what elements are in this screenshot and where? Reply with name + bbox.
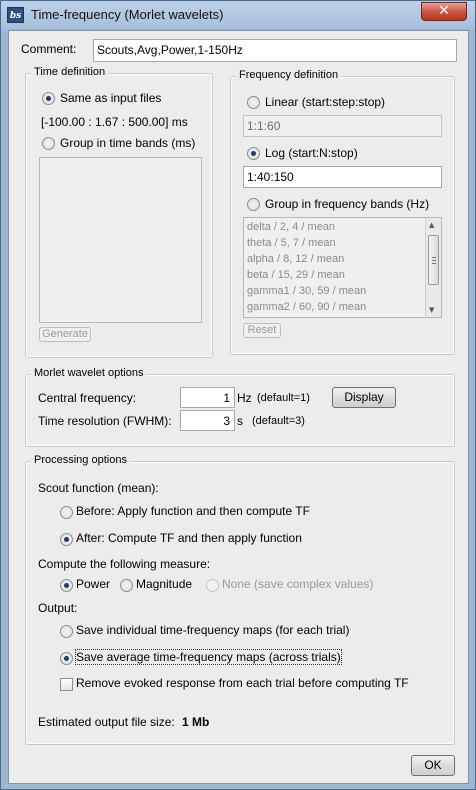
morlet-options-title: Morlet wavelet options [31,367,147,379]
time-resolution-unit: s [237,414,243,428]
magnitude-label[interactable]: Magnitude [136,577,192,591]
processing-options-group: Processing options Scout function (mean)… [25,454,455,745]
after-label[interactable]: After: Compute TF and then apply functio… [76,531,302,545]
list-item[interactable]: gamma1 / 30, 59 / mean [247,285,366,297]
ok-button[interactable]: OK [411,755,455,776]
scroll-thumb[interactable] [428,235,439,285]
processing-options-title: Processing options [31,454,130,466]
list-item[interactable]: alpha / 8, 12 / mean [247,253,344,265]
log-label[interactable]: Log (start:N:stop) [265,146,358,160]
log-radio[interactable] [247,147,260,160]
save-average-label[interactable]: Save average time-frequency maps (across… [75,649,342,665]
power-label[interactable]: Power [76,577,110,591]
same-as-input-radio[interactable] [42,92,55,105]
title-bar[interactable]: bs Time-frequency (Morlet wavelets) ✕ [1,1,475,29]
same-as-input-label[interactable]: Same as input files [60,91,161,105]
time-definition-title: Time definition [31,66,109,78]
comment-input[interactable]: Scouts,Avg,Power,1-150Hz [93,39,457,62]
group-time-bands-label[interactable]: Group in time bands (ms) [60,136,195,150]
save-average-radio[interactable] [60,652,73,665]
group-freq-bands-radio[interactable] [247,198,260,211]
display-button[interactable]: Display [332,387,396,408]
before-label[interactable]: Before: Apply function and then compute … [76,504,310,518]
scroll-down-arrow-icon[interactable]: ▼ [429,306,434,314]
none-label[interactable]: None (save complex values) [222,577,373,591]
power-radio[interactable] [60,579,73,592]
before-radio[interactable] [60,506,73,519]
morlet-options-group: Morlet wavelet options Central frequency… [25,367,455,447]
central-frequency-unit: Hz [237,391,252,405]
linear-label[interactable]: Linear (start:step:stop) [265,95,385,109]
list-item[interactable]: beta / 15, 29 / mean [247,269,345,281]
time-definition-group: Time definition Same as input files [-10… [25,66,213,358]
time-resolution-label: Time resolution (FWHM): [38,414,172,428]
reset-button[interactable]: Reset [243,323,281,338]
remove-evoked-checkbox[interactable] [60,678,73,691]
time-resolution-default: (default=3) [252,415,305,427]
comment-label: Comment: [21,42,77,56]
time-range-text: [-100.00 : 1.67 : 500.00] ms [41,115,188,129]
magnitude-radio[interactable] [120,579,133,592]
grip-line [432,260,436,261]
group-freq-bands-label[interactable]: Group in frequency bands (Hz) [265,197,429,211]
bands-scrollbar[interactable]: ▲ ▼ [425,218,441,317]
output-label: Output: [38,601,78,615]
close-button[interactable]: ✕ [421,2,467,21]
scout-function-label: Scout function (mean): [38,481,159,495]
generate-button[interactable]: Generate [39,327,91,342]
linear-radio[interactable] [247,96,260,109]
frequency-bands-list[interactable]: delta / 2, 4 / mean theta / 5, 7 / mean … [243,217,442,318]
none-radio[interactable] [206,579,219,592]
brainstorm-app-icon: bs [7,7,24,23]
time-resolution-input[interactable]: 3 [180,410,235,431]
save-individual-label[interactable]: Save individual time-frequency maps (for… [76,623,349,637]
grip-line [432,257,436,258]
file-size-label: Estimated output file size: [38,715,175,729]
list-item[interactable]: gamma2 / 60, 90 / mean [247,301,366,313]
central-frequency-default: (default=1) [257,392,310,404]
dialog-window: bs Time-frequency (Morlet wavelets) ✕ Co… [0,0,476,790]
window-title: Time-frequency (Morlet wavelets) [31,7,224,22]
linear-input[interactable]: 1:1:60 [243,115,442,137]
dialog-content: Comment: Scouts,Avg,Power,1-150Hz Time d… [8,30,469,784]
list-item[interactable]: delta / 2, 4 / mean [247,221,335,233]
measure-label: Compute the following measure: [38,557,211,571]
after-radio[interactable] [60,533,73,546]
list-item[interactable]: theta / 5, 7 / mean [247,237,336,249]
time-bands-list[interactable] [39,157,202,323]
frequency-definition-title: Frequency definition [236,69,342,81]
log-input[interactable]: 1:40:150 [243,166,442,188]
save-individual-radio[interactable] [60,625,73,638]
grip-line [432,263,436,264]
remove-evoked-label[interactable]: Remove evoked response from each trial b… [76,676,409,690]
scroll-up-arrow-icon[interactable]: ▲ [429,221,434,229]
frequency-definition-group: Frequency definition Linear (start:step:… [230,69,455,355]
central-frequency-label: Central frequency: [38,391,137,405]
central-frequency-input[interactable]: 1 [180,387,235,408]
file-size-value: 1 Mb [182,715,210,729]
group-time-bands-radio[interactable] [42,137,55,150]
